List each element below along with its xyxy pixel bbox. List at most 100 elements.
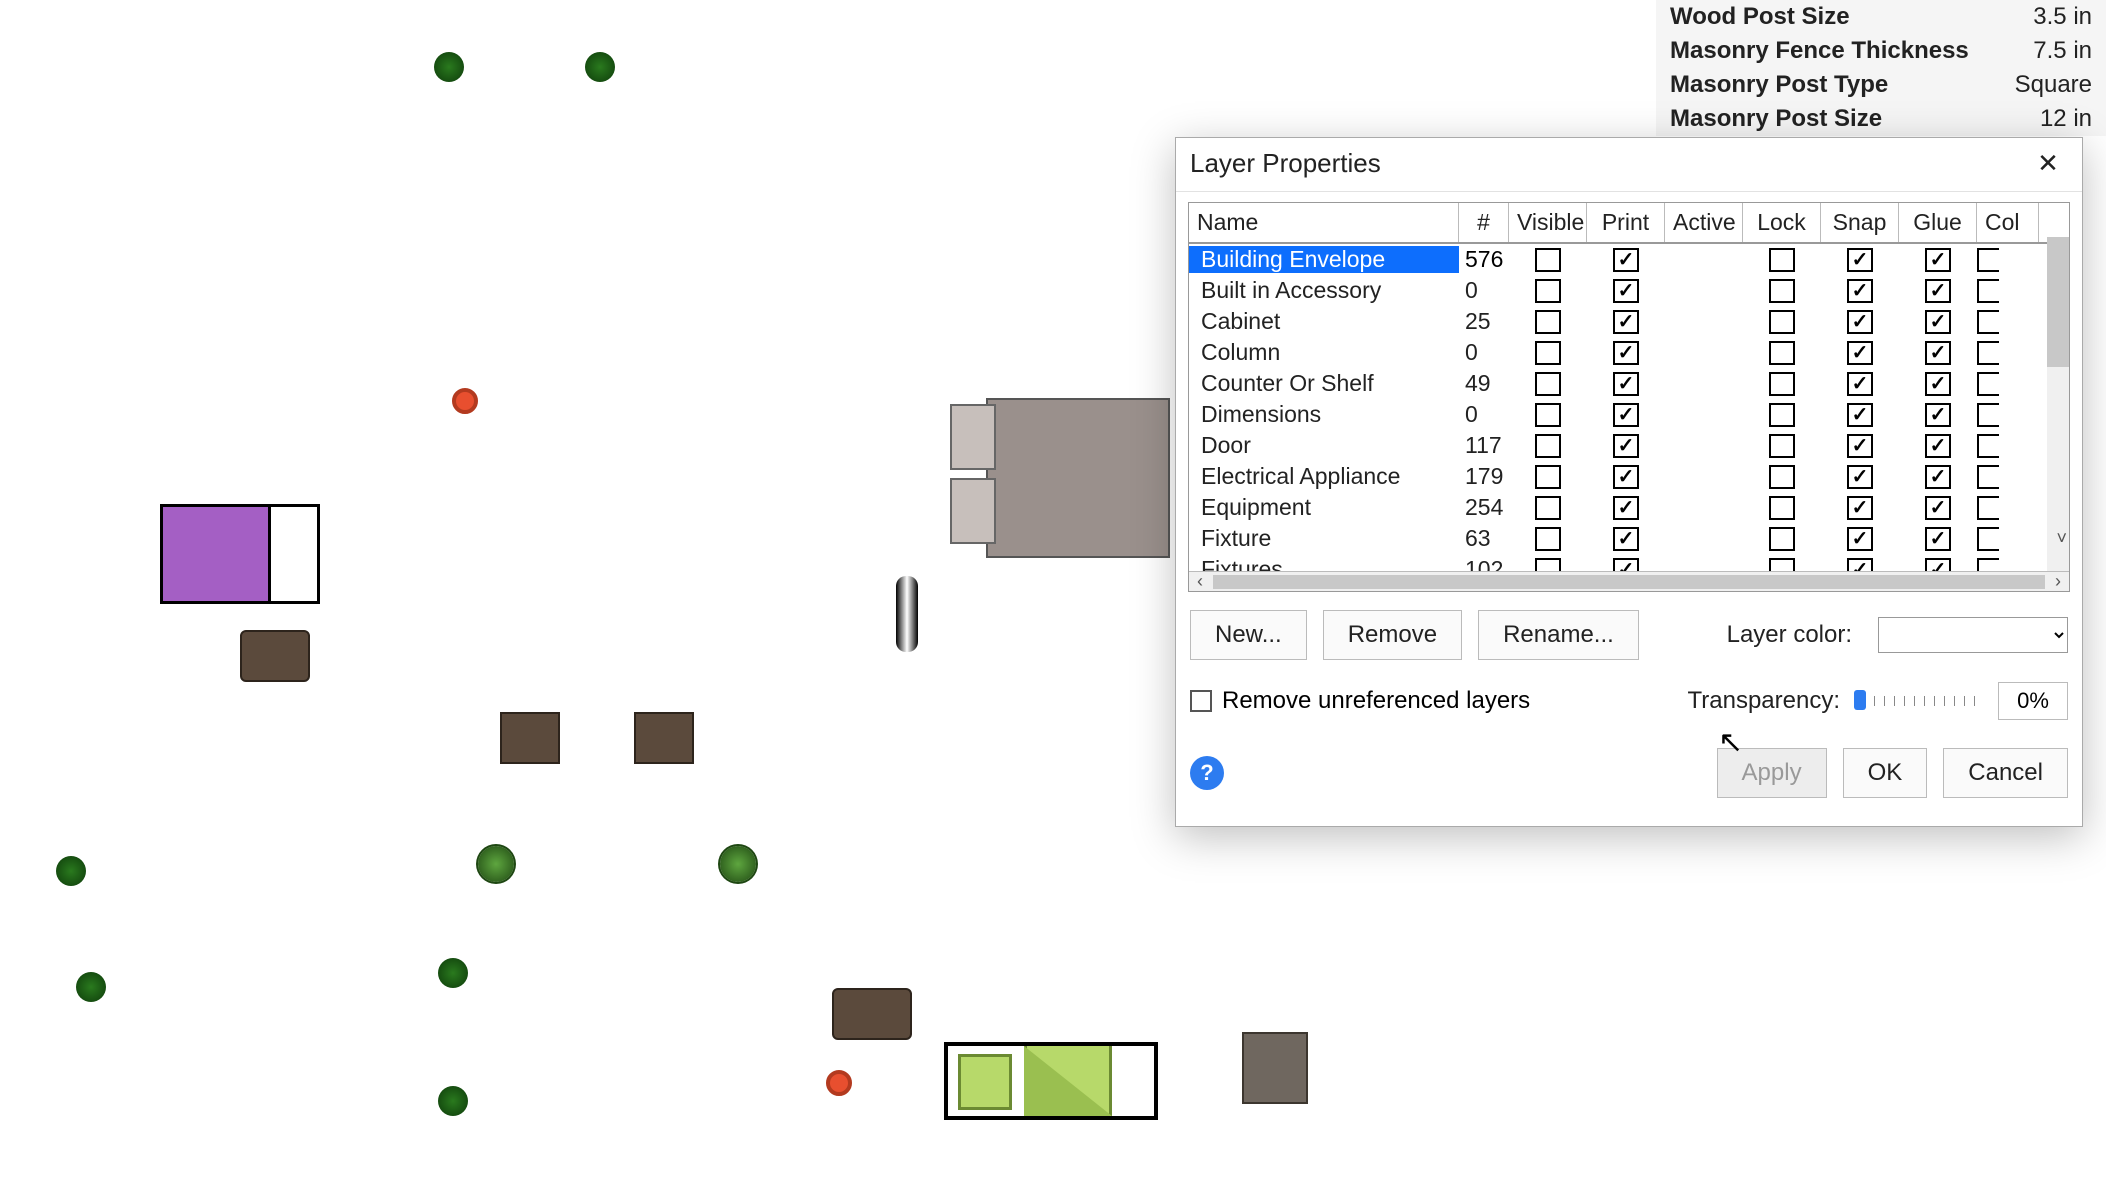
color-swatch[interactable] <box>1977 372 1999 396</box>
checkbox[interactable] <box>1847 341 1873 365</box>
layer-color-select[interactable] <box>1878 617 2068 653</box>
checkbox[interactable] <box>1925 372 1951 396</box>
checkbox[interactable] <box>1613 496 1639 520</box>
transparency-value[interactable]: 0% <box>1998 682 2068 720</box>
layer-row[interactable]: Fixtures102 <box>1189 554 2069 571</box>
color-swatch[interactable] <box>1977 310 1999 334</box>
checkbox[interactable] <box>1613 558 1639 572</box>
checkbox[interactable] <box>1847 558 1873 572</box>
checkbox[interactable] <box>1535 403 1561 427</box>
layer-row[interactable]: Building Envelope576 <box>1189 244 2069 275</box>
help-icon[interactable]: ? <box>1190 756 1224 790</box>
checkbox[interactable] <box>1613 527 1639 551</box>
layer-row[interactable]: Electrical Appliance179 <box>1189 461 2069 492</box>
layer-row[interactable]: Dimensions0 <box>1189 399 2069 430</box>
color-swatch[interactable] <box>1977 527 1999 551</box>
checkbox[interactable] <box>1925 403 1951 427</box>
checkbox[interactable] <box>1769 248 1795 272</box>
checkbox[interactable] <box>1613 403 1639 427</box>
apply-button[interactable]: Apply <box>1717 748 1827 798</box>
checkbox[interactable] <box>1613 248 1639 272</box>
checkbox[interactable] <box>1535 465 1561 489</box>
vertical-scrollbar[interactable]: ˄ ˅ <box>2047 237 2069 571</box>
col-print[interactable]: Print <box>1587 203 1665 242</box>
checkbox[interactable] <box>1925 310 1951 334</box>
color-swatch[interactable] <box>1977 558 1999 572</box>
checkbox[interactable] <box>1769 310 1795 334</box>
checkbox[interactable] <box>1925 434 1951 458</box>
checkbox[interactable] <box>1535 248 1561 272</box>
checkbox[interactable] <box>1769 372 1795 396</box>
checkbox[interactable] <box>1925 465 1951 489</box>
checkbox[interactable] <box>1535 527 1561 551</box>
checkbox[interactable] <box>1769 527 1795 551</box>
remove-button[interactable]: Remove <box>1323 610 1462 660</box>
checkbox[interactable] <box>1847 310 1873 334</box>
checkbox[interactable] <box>1847 527 1873 551</box>
checkbox[interactable] <box>1613 279 1639 303</box>
checkbox[interactable] <box>1769 434 1795 458</box>
col-count[interactable]: # <box>1459 203 1509 242</box>
cancel-button[interactable]: Cancel <box>1943 748 2068 798</box>
scroll-thumb[interactable] <box>2047 237 2069 367</box>
color-swatch[interactable] <box>1977 496 1999 520</box>
col-name[interactable]: Name <box>1189 203 1459 242</box>
ok-button[interactable]: OK <box>1843 748 1928 798</box>
checkbox[interactable] <box>1925 527 1951 551</box>
color-swatch[interactable] <box>1977 248 1999 272</box>
layers-grid[interactable]: Name # Visible Print Active Lock Snap Gl… <box>1188 202 2070 592</box>
scroll-right-icon[interactable]: › <box>2047 571 2069 592</box>
layer-row[interactable]: Fixture63 <box>1189 523 2069 554</box>
col-active[interactable]: Active <box>1665 203 1743 242</box>
checkbox[interactable] <box>1613 341 1639 365</box>
checkbox[interactable] <box>1535 310 1561 334</box>
col-snap[interactable]: Snap <box>1821 203 1899 242</box>
transparency-slider[interactable] <box>1854 696 1984 706</box>
checkbox[interactable] <box>1769 279 1795 303</box>
checkbox[interactable] <box>1847 279 1873 303</box>
col-glue[interactable]: Glue <box>1899 203 1977 242</box>
checkbox[interactable] <box>1613 465 1639 489</box>
checkbox[interactable] <box>1613 434 1639 458</box>
layer-row[interactable]: Column0 <box>1189 337 2069 368</box>
col-lock[interactable]: Lock <box>1743 203 1821 242</box>
checkbox[interactable] <box>1925 248 1951 272</box>
remove-unreferenced-checkbox[interactable]: Remove unreferenced layers <box>1190 687 1530 715</box>
checkbox[interactable] <box>1535 496 1561 520</box>
layer-row[interactable]: Counter Or Shelf49 <box>1189 368 2069 399</box>
color-swatch[interactable] <box>1977 465 1999 489</box>
checkbox[interactable] <box>1925 279 1951 303</box>
checkbox[interactable] <box>1925 341 1951 365</box>
checkbox[interactable] <box>1535 372 1561 396</box>
col-color[interactable]: Col <box>1977 203 2039 242</box>
checkbox[interactable] <box>1925 558 1951 572</box>
color-swatch[interactable] <box>1977 403 1999 427</box>
checkbox[interactable] <box>1535 434 1561 458</box>
color-swatch[interactable] <box>1977 341 1999 365</box>
close-icon[interactable]: ✕ <box>2028 149 2068 179</box>
checkbox[interactable] <box>1613 372 1639 396</box>
layer-row[interactable]: Door117 <box>1189 430 2069 461</box>
checkbox[interactable] <box>1613 310 1639 334</box>
checkbox[interactable] <box>1535 558 1561 572</box>
checkbox[interactable] <box>1769 341 1795 365</box>
checkbox[interactable] <box>1925 496 1951 520</box>
checkbox[interactable] <box>1535 279 1561 303</box>
checkbox[interactable] <box>1769 465 1795 489</box>
checkbox[interactable] <box>1847 434 1873 458</box>
layer-row[interactable]: Cabinet25 <box>1189 306 2069 337</box>
col-visible[interactable]: Visible <box>1509 203 1587 242</box>
color-swatch[interactable] <box>1977 434 1999 458</box>
scroll-left-icon[interactable]: ‹ <box>1189 571 1211 592</box>
checkbox[interactable] <box>1769 496 1795 520</box>
hscroll-thumb[interactable] <box>1213 575 2045 589</box>
checkbox[interactable] <box>1535 341 1561 365</box>
checkbox[interactable] <box>1847 248 1873 272</box>
scroll-down-icon[interactable]: ˅ <box>2056 528 2067 549</box>
color-swatch[interactable] <box>1977 279 1999 303</box>
layer-row[interactable]: Built in Accessory0 <box>1189 275 2069 306</box>
rename-button[interactable]: Rename... <box>1478 610 1639 660</box>
layer-row[interactable]: Equipment254 <box>1189 492 2069 523</box>
checkbox[interactable] <box>1847 465 1873 489</box>
checkbox[interactable] <box>1769 558 1795 572</box>
